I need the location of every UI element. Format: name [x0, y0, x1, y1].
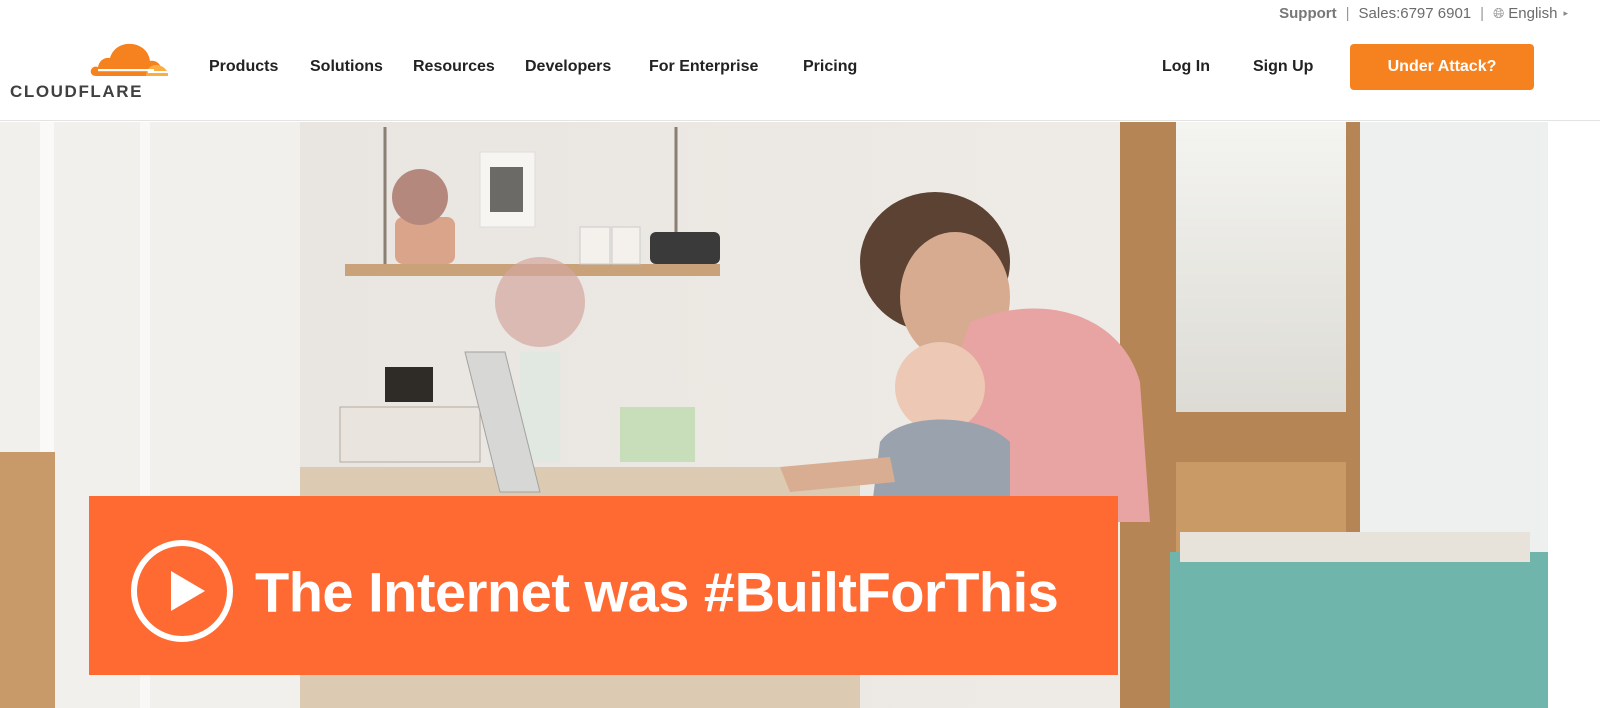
nav-for-enterprise[interactable]: For Enterprise [649, 58, 758, 76]
separator: | [1345, 4, 1350, 22]
nav-products[interactable]: Products [209, 58, 278, 76]
login-link[interactable]: Log In [1162, 58, 1210, 76]
nav-developers[interactable]: Developers [525, 58, 611, 76]
video-banner[interactable]: The Internet was #BuiltForThis [89, 496, 1118, 675]
signup-link[interactable]: Sign Up [1253, 58, 1313, 76]
nav-pricing[interactable]: Pricing [803, 58, 857, 76]
caret-right-icon: ▸ [1563, 7, 1568, 18]
play-icon[interactable] [129, 538, 235, 644]
cloud-logo-icon [90, 43, 168, 76]
separator: | [1480, 4, 1485, 22]
main-navigation: CLOUDFLARE Products Solutions Resources … [0, 26, 1600, 121]
support-link[interactable]: Support [1279, 5, 1337, 22]
sales-phone-link[interactable]: Sales:6797 6901 [1359, 5, 1472, 22]
globe-icon: 🌐︎ [1493, 4, 1505, 21]
under-attack-button[interactable]: Under Attack? [1350, 44, 1534, 90]
hero-headline: The Internet was #BuiltForThis [255, 560, 1059, 624]
utility-bar: Support | Sales:6797 6901 | 🌐︎ English ▸ [0, 0, 1600, 26]
nav-solutions[interactable]: Solutions [310, 58, 383, 76]
cloudflare-logo[interactable]: CLOUDFLARE [10, 40, 170, 101]
hero-edge [1548, 122, 1600, 708]
nav-resources[interactable]: Resources [413, 58, 495, 76]
brand-wordmark: CLOUDFLARE [10, 82, 144, 101]
language-selector[interactable]: 🌐︎ English ▸ [1493, 5, 1568, 22]
language-label: English [1508, 4, 1558, 22]
hero-section: The Internet was #BuiltForThis [0, 122, 1600, 708]
